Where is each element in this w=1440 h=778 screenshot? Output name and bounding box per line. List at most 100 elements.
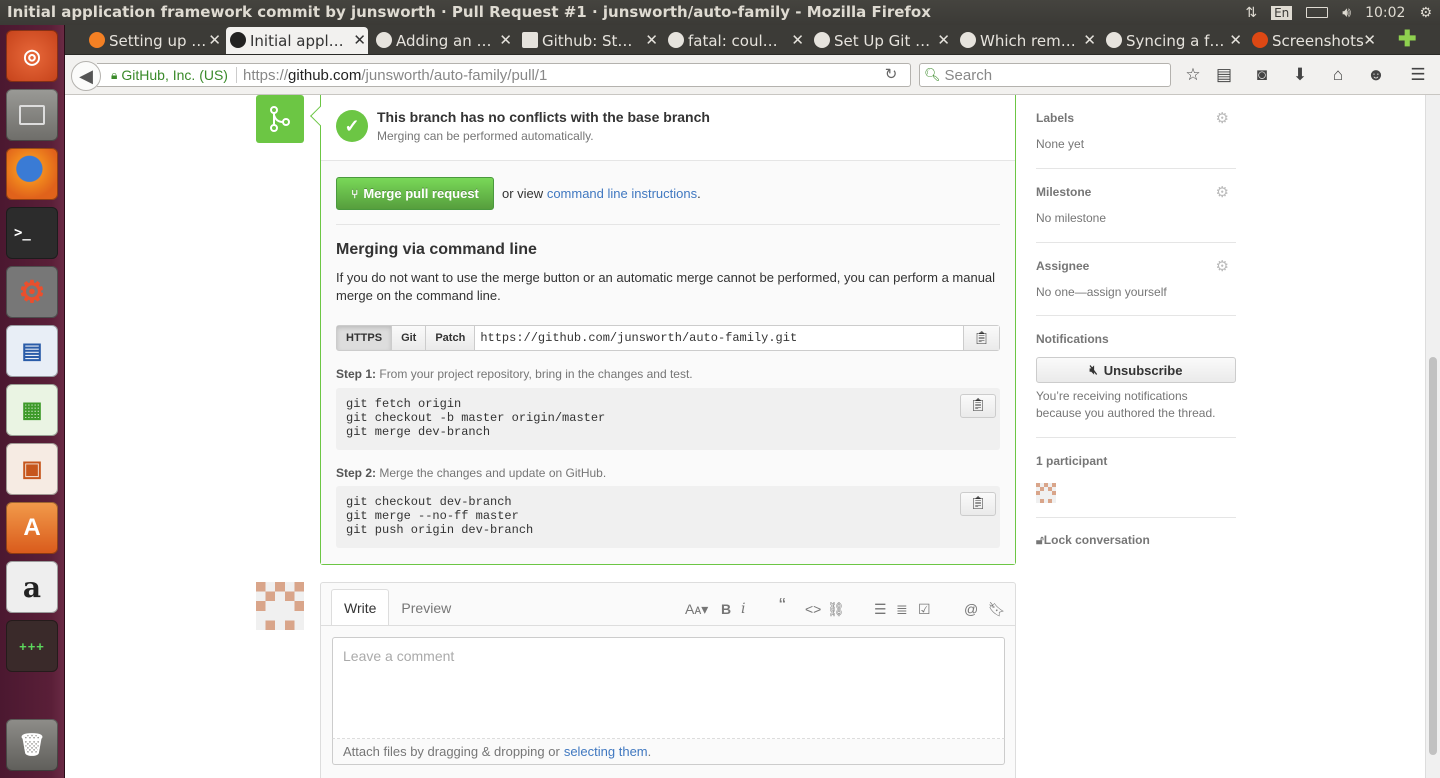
tab-setting-up[interactable]: Setting up … ✕ — [85, 27, 223, 54]
select-files-link[interactable]: selecting them — [564, 744, 648, 759]
italic-icon[interactable]: i — [741, 601, 745, 617]
tab-write[interactable]: Write — [331, 589, 390, 626]
merge-pull-request-button[interactable]: ⑂ Merge pull request — [336, 177, 494, 210]
code-icon[interactable]: <> — [805, 601, 821, 617]
back-button[interactable]: ◀ — [71, 61, 101, 91]
git-merge-icon — [256, 95, 304, 143]
command-line-instructions-link[interactable]: command line instructions — [547, 186, 697, 201]
firefox-icon[interactable] — [6, 148, 58, 200]
close-tab-icon[interactable]: ✕ — [499, 31, 512, 49]
reload-button[interactable]: ↻ — [880, 65, 902, 85]
keyboard-indicator[interactable]: En — [1271, 5, 1293, 20]
amazon-icon[interactable]: a — [6, 561, 58, 613]
reading-list-icon[interactable]: ▤ — [1214, 65, 1234, 85]
site-identity[interactable]: GitHub, Inc. (US) — [121, 67, 228, 83]
cli-heading: Merging via command line — [336, 241, 537, 258]
system-tray: ⇅ En 🔊︎ 10:02 ⚙ — [1245, 0, 1440, 25]
close-tab-icon[interactable]: ✕ — [645, 31, 658, 49]
tab-syncing[interactable]: Syncing a f… ✕ — [1102, 27, 1244, 54]
url-bar[interactable]: 🔒︎ GitHub, Inc. (US) https://github.com /… — [97, 63, 911, 87]
unsubscribe-button[interactable]: 🔇︎ Unsubscribe — [1036, 357, 1236, 383]
page-content: ✓ This branch has no conflicts with the … — [65, 95, 1425, 778]
patch-protocol-button[interactable]: Patch — [426, 326, 476, 350]
milestone-gear-icon[interactable]: ⚙ — [1216, 183, 1229, 201]
mention-icon[interactable]: @ — [964, 601, 978, 617]
workspaces-icon[interactable]: +++ — [6, 620, 58, 672]
copy-clipboard-icon[interactable]: 📋︎ — [960, 394, 996, 418]
page-favicon-icon — [522, 32, 538, 48]
notification-reason: You’re receiving notifications because y… — [1036, 389, 1216, 420]
assignee-gear-icon[interactable]: ⚙ — [1216, 257, 1229, 275]
tab-set-up-git[interactable]: Set Up Git … ✕ — [810, 27, 952, 54]
assignee-value[interactable]: No one—assign yourself — [1036, 285, 1167, 299]
trash-icon[interactable]: 🗑︎ — [6, 719, 58, 771]
close-tab-icon[interactable]: ✕ — [1363, 31, 1376, 49]
github-favicon-icon — [814, 32, 830, 48]
volume-icon[interactable]: 🔊︎ — [1342, 5, 1351, 21]
downloads-icon[interactable]: ⬇ — [1290, 65, 1310, 85]
bookmark-star-icon[interactable]: ☆ — [1183, 65, 1203, 85]
menu-icon[interactable]: ☰ — [1408, 65, 1428, 85]
url-separator — [235, 67, 237, 83]
comment-textarea[interactable]: Leave a comment — [332, 637, 1005, 739]
home-icon[interactable]: ⌂ — [1328, 65, 1348, 85]
clock[interactable]: 10:02 — [1365, 5, 1405, 21]
github-favicon-icon — [668, 32, 684, 48]
close-tab-icon[interactable]: ✕ — [791, 31, 804, 49]
https-protocol-button[interactable]: HTTPS — [337, 326, 393, 350]
impress-icon[interactable]: ▣ — [6, 443, 58, 495]
quote-icon[interactable]: “ — [779, 595, 786, 618]
participant-avatar[interactable] — [1036, 483, 1056, 503]
copy-clipboard-icon[interactable]: 📋︎ — [963, 326, 999, 350]
tab-adding-an[interactable]: Adding an … ✕ — [372, 27, 514, 54]
page-scrollbar[interactable] — [1425, 95, 1440, 778]
tab-github-st[interactable]: Github: St… ✕ — [518, 27, 660, 54]
bold-icon[interactable]: B — [721, 601, 731, 617]
close-tab-icon[interactable]: ✕ — [1083, 31, 1096, 49]
bullet-list-icon[interactable]: ☰ — [874, 601, 887, 618]
system-settings-icon[interactable]: ⚙ — [6, 266, 58, 318]
writer-icon[interactable]: ▤ — [6, 325, 58, 377]
task-list-icon[interactable]: ☑ — [918, 601, 931, 618]
close-tab-icon[interactable]: ✕ — [1229, 31, 1242, 49]
avatar[interactable] — [256, 582, 304, 630]
period: . — [647, 744, 652, 759]
copy-clipboard-icon[interactable]: 📋︎ — [960, 492, 996, 516]
files-icon[interactable] — [6, 89, 58, 141]
step-1: Step 1: From your project repository, br… — [336, 367, 693, 381]
step-1-code: git fetch origin git checkout -b master … — [336, 388, 1000, 450]
git-protocol-button[interactable]: Git — [392, 326, 427, 350]
labels-heading[interactable]: Labels — [1036, 111, 1074, 125]
tab-fatal-could[interactable]: fatal: coul… ✕ — [664, 27, 806, 54]
milestone-heading[interactable]: Milestone — [1036, 185, 1091, 199]
new-tab-icon[interactable]: ✚ — [1398, 26, 1416, 52]
search-input[interactable]: 🔍︎ Search — [919, 63, 1171, 87]
link-icon[interactable]: ⛓ — [827, 601, 845, 618]
tab-screenshots[interactable]: Screenshots ✕ — [1248, 27, 1378, 54]
network-icon[interactable]: ⇅ — [1245, 5, 1257, 21]
battery-icon[interactable] — [1306, 7, 1329, 18]
close-tab-icon[interactable]: ✕ — [208, 31, 221, 49]
terminal-icon[interactable]: >_ — [6, 207, 58, 259]
tab-which-rem[interactable]: Which rem… ✕ — [956, 27, 1098, 54]
lock-icon: 🔒︎ — [111, 67, 118, 82]
scrollbar-thumb[interactable] — [1429, 357, 1437, 755]
close-tab-icon[interactable]: ✕ — [937, 31, 950, 49]
labels-gear-icon[interactable]: ⚙ — [1216, 109, 1229, 127]
settings-gear-icon[interactable]: ⚙ — [1419, 5, 1432, 21]
pocket-icon[interactable]: ◙ — [1252, 65, 1272, 85]
ubuntu-dash-icon[interactable]: ◎ — [6, 30, 58, 82]
assignee-heading[interactable]: Assignee — [1036, 259, 1089, 273]
hello-chat-icon[interactable]: ☻ — [1366, 65, 1386, 85]
tab-preview[interactable]: Preview — [389, 589, 463, 626]
clone-url-input[interactable]: https://github.com/junsworth/auto-family… — [475, 326, 963, 350]
software-center-icon[interactable]: A — [6, 502, 58, 554]
calc-icon[interactable]: ▦ — [6, 384, 58, 436]
numbered-list-icon[interactable]: ≣ — [896, 601, 908, 618]
close-tab-icon[interactable]: ✕ — [353, 31, 366, 49]
stackoverflow-favicon-icon — [89, 32, 105, 48]
saved-reply-icon[interactable]: 🔖︎ — [988, 601, 1006, 618]
tab-initial-application[interactable]: Initial appl… ✕ — [226, 27, 368, 54]
lock-conversation-link[interactable]: 🔓︎Lock conversation — [1036, 533, 1150, 548]
text-size-icon[interactable]: Aᴀ▾ — [685, 601, 708, 618]
